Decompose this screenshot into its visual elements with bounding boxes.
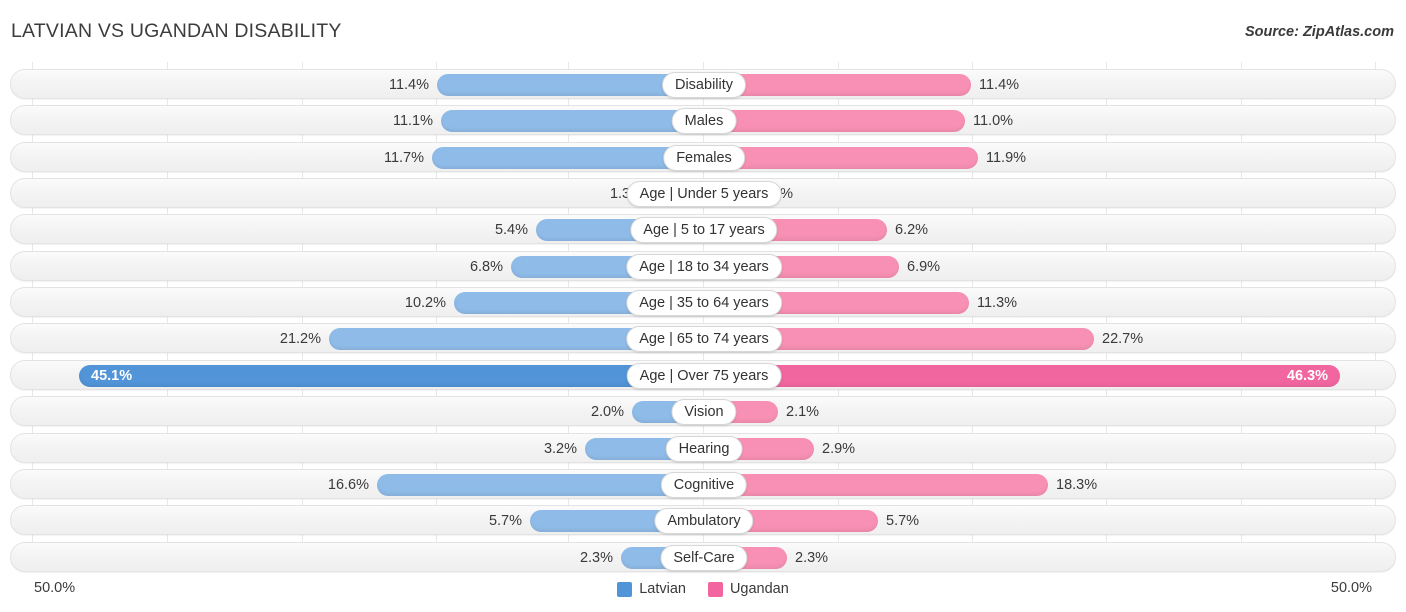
table-row[interactable]: 6.8% 6.9% Age | 18 to 34 years xyxy=(10,250,1396,281)
value-label-ugandan: 2.9% xyxy=(822,440,856,457)
value-label-ugandan: 2.3% xyxy=(795,549,829,566)
table-row[interactable]: 11.1% 11.0% Males xyxy=(10,105,1396,136)
table-row[interactable]: 21.2% 22.7% Age | 65 to 74 years xyxy=(10,323,1396,354)
value-label-ugandan: 22.7% xyxy=(1102,331,1144,348)
value-label-latvian: 2.0% xyxy=(590,404,624,421)
value-label-latvian: 16.6% xyxy=(327,476,369,493)
source-attribution: Source: ZipAtlas.com xyxy=(1244,24,1394,40)
legend-label: Latvian xyxy=(639,581,686,597)
value-label-latvian: 11.7% xyxy=(383,149,424,166)
category-label-pill[interactable]: Ambulatory xyxy=(654,508,754,535)
table-row[interactable]: 2.3% 2.3% Self-Care xyxy=(10,541,1396,572)
table-row[interactable]: 2.0% 2.1% Vision xyxy=(10,396,1396,427)
value-label-latvian: 2.3% xyxy=(579,549,613,566)
category-label-pill[interactable]: Disability xyxy=(661,72,747,98)
table-row[interactable]: 45.1% 46.3% Age | Over 75 years xyxy=(10,359,1396,390)
value-label-latvian: 11.4% xyxy=(388,77,429,93)
value-label-ugandan: 46.3% xyxy=(1286,367,1328,384)
table-row[interactable]: 5.4% 6.2% Age | 5 to 17 years xyxy=(10,214,1396,245)
category-label-pill[interactable]: Self-Care xyxy=(660,544,748,571)
value-label-ugandan: 18.3% xyxy=(1056,476,1098,493)
category-label-pill[interactable]: Age | 65 to 74 years xyxy=(626,326,782,353)
legend-swatch-icon xyxy=(617,581,633,597)
value-label-ugandan: 11.0% xyxy=(973,113,1014,130)
chart-header: LATVIAN VS UGANDAN DISABILITY Source: Zi… xyxy=(0,0,1406,60)
value-label-ugandan: 11.9% xyxy=(986,149,1027,166)
page-title: LATVIAN VS UGANDAN DISABILITY xyxy=(11,20,342,42)
legend-label: Ugandan xyxy=(729,581,789,597)
category-label-pill[interactable]: Males xyxy=(671,108,737,135)
bar-latvian xyxy=(377,473,704,496)
table-row[interactable]: 11.4% 11.4% Disability xyxy=(10,69,1396,99)
category-label-pill[interactable]: Age | Over 75 years xyxy=(626,362,782,389)
table-row[interactable]: 3.2% 2.9% Hearing xyxy=(10,432,1396,463)
value-label-ugandan: 11.3% xyxy=(977,295,1018,312)
chart-footer: 50.0% 50.0% Latvian Ugandan xyxy=(0,572,1406,612)
value-label-ugandan: 6.2% xyxy=(895,222,929,239)
category-label-pill[interactable]: Age | 5 to 17 years xyxy=(630,217,778,244)
bar-latvian xyxy=(441,110,704,133)
value-label-ugandan: 6.9% xyxy=(907,258,941,275)
category-label-pill[interactable]: Cognitive xyxy=(660,471,748,498)
table-row[interactable]: 16.6% 18.3% Cognitive xyxy=(10,468,1396,499)
table-row[interactable]: 11.7% 11.9% Females xyxy=(10,141,1396,172)
category-label-pill[interactable]: Females xyxy=(663,144,745,171)
value-label-latvian: 6.8% xyxy=(469,258,503,275)
category-label-pill[interactable]: Hearing xyxy=(665,435,743,462)
category-label-pill[interactable]: Age | 18 to 34 years xyxy=(626,253,782,280)
value-label-latvian: 11.1% xyxy=(392,113,433,130)
table-row[interactable]: 1.3%1.1%Age | Under 5 years xyxy=(10,178,1396,209)
chart-legend: Latvian Ugandan xyxy=(0,581,1406,597)
legend-item[interactable]: Latvian xyxy=(617,581,686,597)
value-label-ugandan: 11.4% xyxy=(979,77,1020,93)
value-label-latvian: 5.7% xyxy=(488,513,522,530)
category-label-pill[interactable]: Age | Under 5 years xyxy=(626,181,782,208)
legend-item[interactable]: Ugandan xyxy=(707,581,789,597)
value-label-latvian: 21.2% xyxy=(279,331,321,348)
value-label-ugandan: 2.1% xyxy=(786,404,820,421)
category-label-pill[interactable]: Vision xyxy=(671,399,737,426)
value-label-ugandan: 5.7% xyxy=(886,513,920,530)
table-row[interactable]: 5.7% 5.7% Ambulatory xyxy=(10,505,1396,536)
diverging-bar-chart: 11.4% 11.4% Disability 11.1% 11.0% Males 11.7%… xyxy=(0,62,1406,572)
bar-ugandan xyxy=(704,146,978,169)
value-label-latvian: 10.2% xyxy=(404,295,446,312)
legend-swatch-icon xyxy=(707,581,723,597)
value-label-latvian: 3.2% xyxy=(543,440,577,457)
category-label-pill[interactable]: Age | 35 to 64 years xyxy=(626,290,782,317)
value-label-latvian: 45.1% xyxy=(91,367,133,384)
table-row[interactable]: 10.2% 11.3% Age | 35 to 64 years xyxy=(10,287,1396,318)
value-label-latvian: 5.4% xyxy=(494,222,528,239)
bar-ugandan xyxy=(704,473,1048,496)
bar-ugandan xyxy=(704,110,965,133)
